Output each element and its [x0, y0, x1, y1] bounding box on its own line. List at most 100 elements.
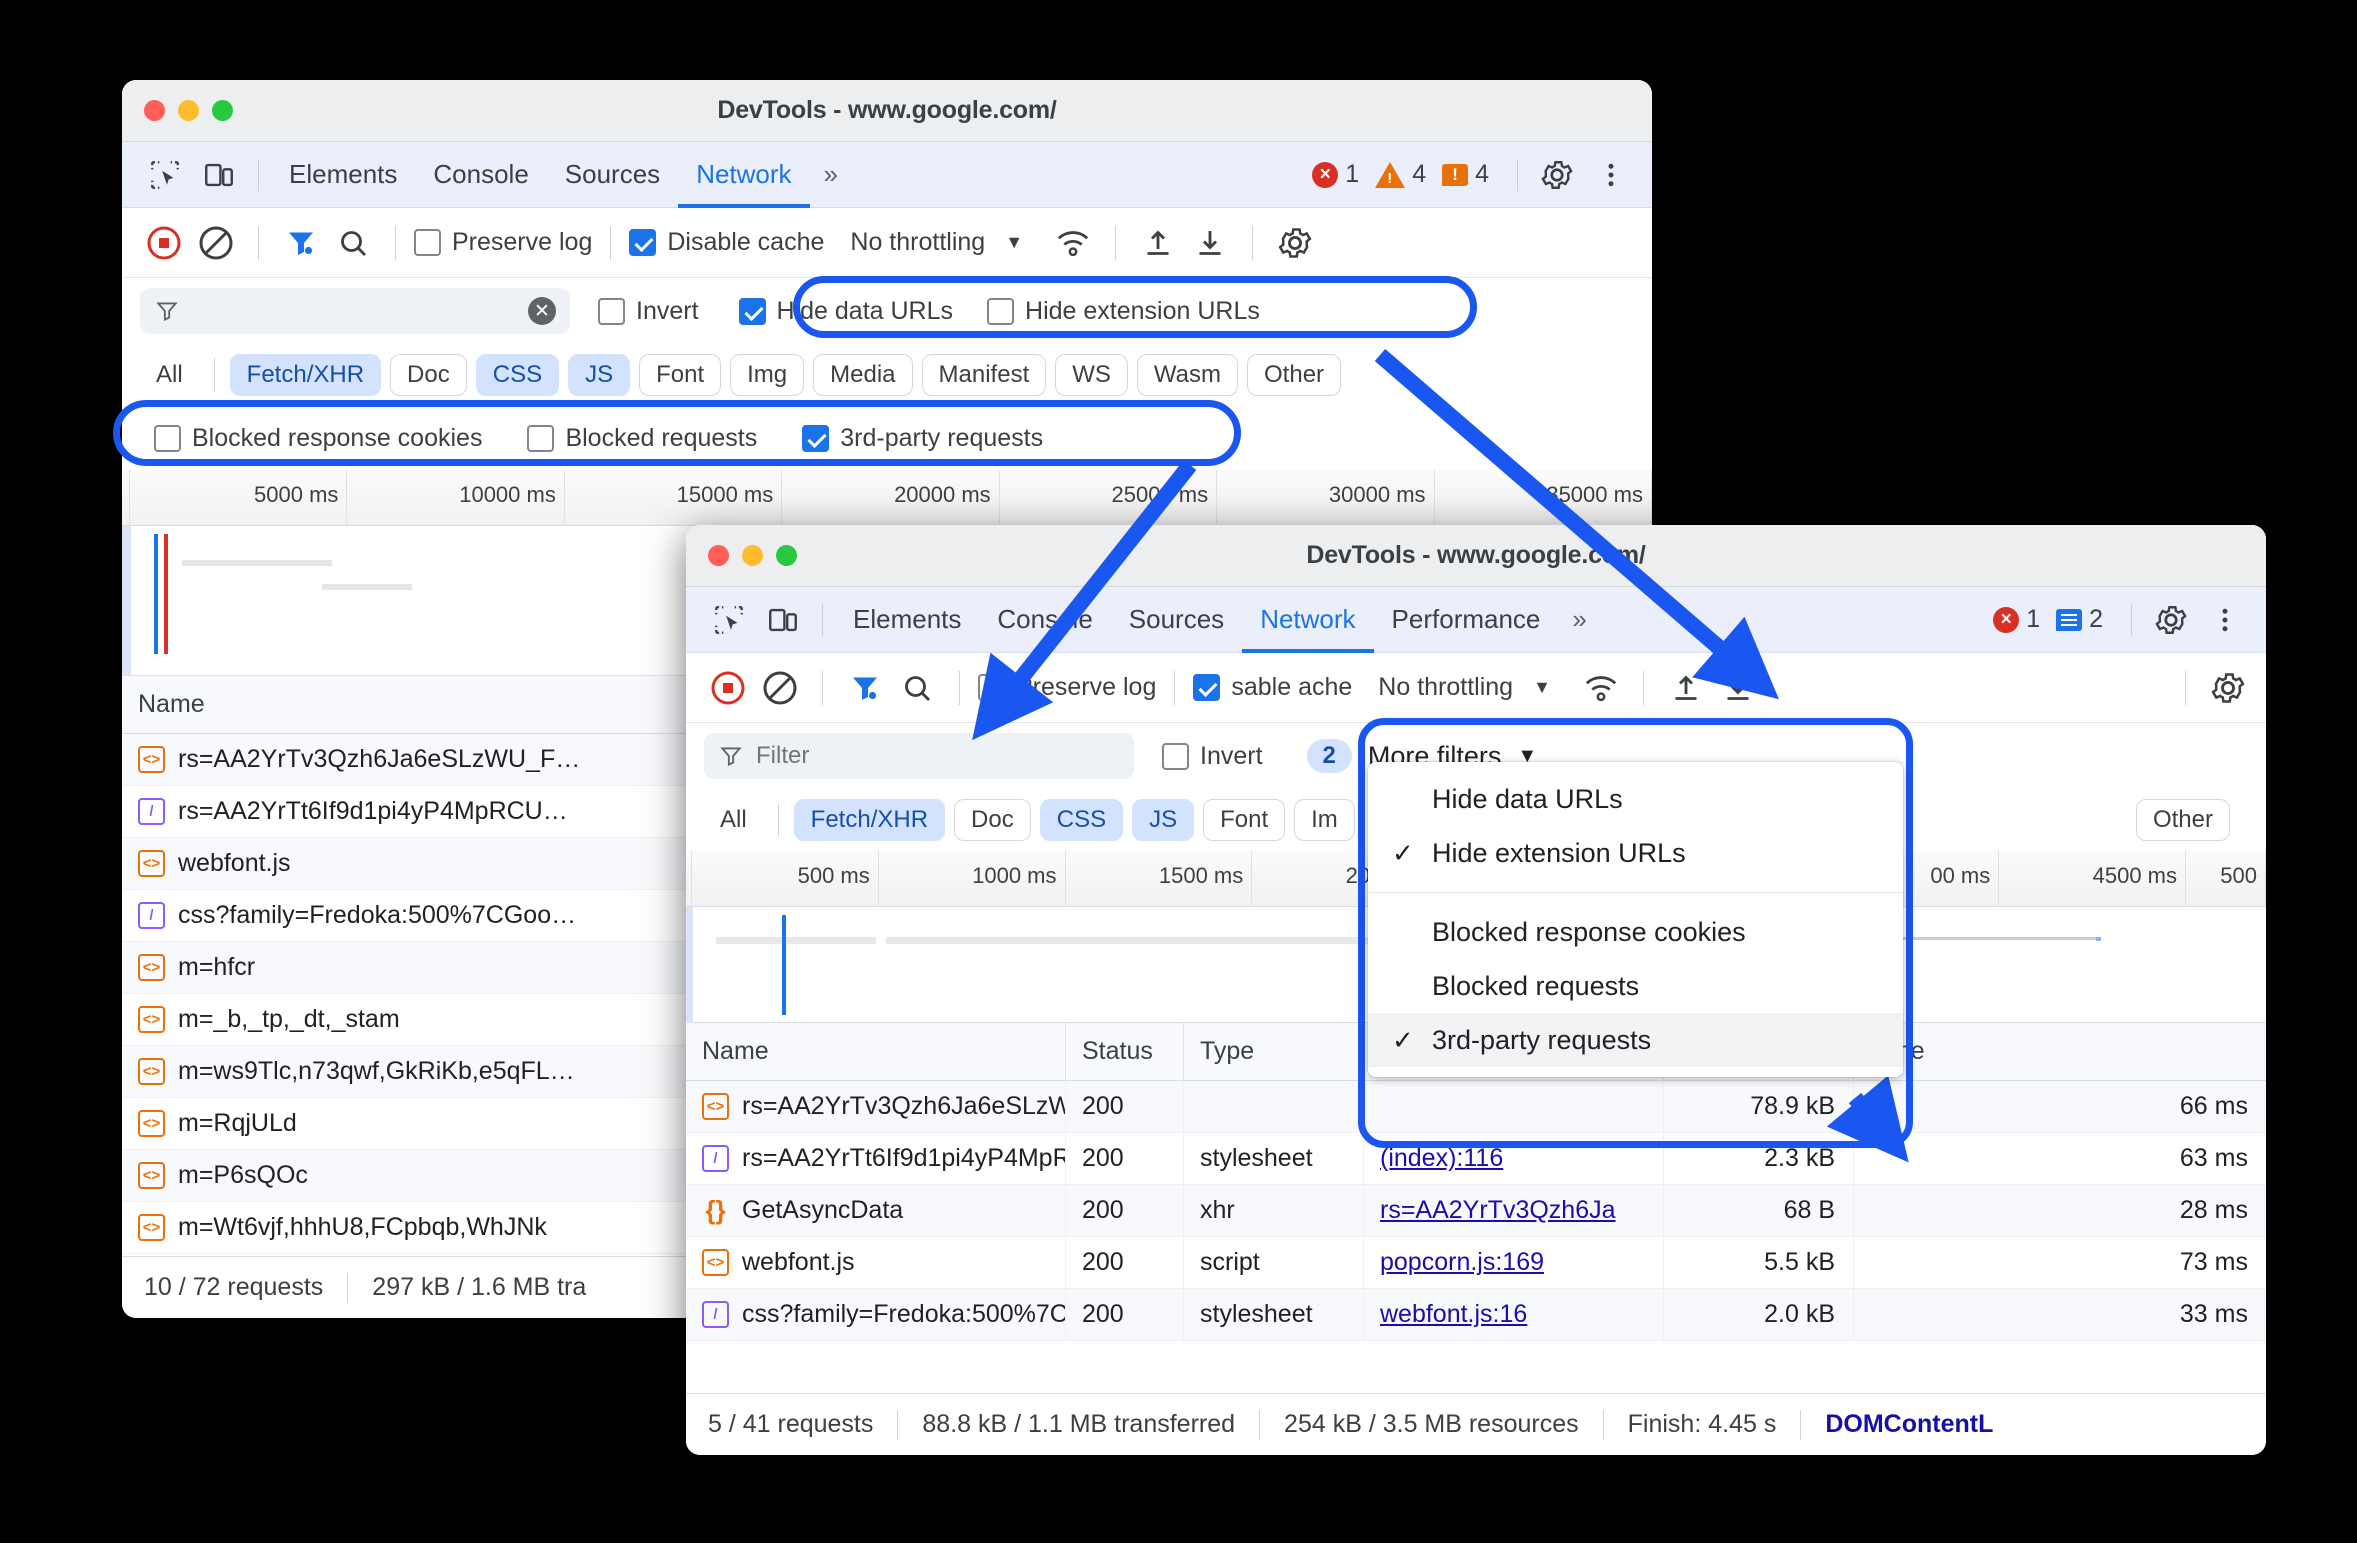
tab-console[interactable]: Console: [415, 142, 546, 208]
menu-item-hide-extension-urls[interactable]: ✓ Hide extension URLs: [1368, 826, 1903, 880]
menu-item-blocked-response-cookies[interactable]: Blocked response cookies: [1368, 905, 1903, 959]
network-conditions-icon[interactable]: [1577, 664, 1625, 712]
gear-icon[interactable]: [2148, 597, 2194, 643]
network-conditions-icon[interactable]: [1049, 219, 1097, 267]
record-stop-icon[interactable]: [704, 664, 752, 712]
more-tabs-icon[interactable]: »: [810, 159, 852, 190]
clear-icon[interactable]: [756, 664, 804, 712]
table-row[interactable]: / rs=AA2YrTt6If9d1pi4yP4MpRCU4… 200 style…: [686, 1132, 2266, 1185]
record-stop-icon[interactable]: [140, 219, 188, 267]
inspect-element-icon[interactable]: [142, 152, 188, 198]
issue-counter[interactable]: ! 4: [1442, 160, 1489, 189]
warning-counter[interactable]: 4: [1375, 160, 1426, 189]
request-initiator[interactable]: rs=AA2YrTv3Qzh6Ja: [1380, 1196, 1616, 1225]
chip-doc[interactable]: Doc: [390, 354, 467, 396]
chip-css[interactable]: CSS: [475, 354, 560, 396]
disable-cache-checkbox[interactable]: sable ache: [1193, 673, 1352, 702]
close-button[interactable]: [708, 545, 729, 566]
info-counter[interactable]: 2: [2056, 605, 2103, 634]
timeline-ruler[interactable]: 5000 ms 10000 ms 15000 ms 20000 ms 25000…: [122, 470, 1652, 526]
filter-icon[interactable]: [277, 219, 325, 267]
more-options-icon[interactable]: [1588, 152, 1634, 198]
table-row[interactable]: / css?family=Fredoka:500%7CGoog… 200 styl…: [686, 1288, 2266, 1341]
hide-extension-urls-checkbox[interactable]: Hide extension URLs: [987, 297, 1260, 326]
throttling-select[interactable]: No throttling: [850, 228, 985, 257]
close-button[interactable]: [144, 100, 165, 121]
chip-media[interactable]: Media: [813, 354, 913, 396]
invert-checkbox[interactable]: Invert: [598, 297, 699, 326]
filter-input[interactable]: ✕: [140, 288, 570, 334]
more-tabs-icon[interactable]: »: [1558, 604, 1600, 635]
chip-css[interactable]: CSS: [1039, 799, 1124, 841]
column-header-status[interactable]: Status: [1066, 1022, 1184, 1081]
chip-other[interactable]: Other: [2135, 799, 2230, 841]
blocked-requests-checkbox[interactable]: Blocked requests: [527, 424, 757, 453]
error-counter[interactable]: × 1: [1312, 160, 1359, 189]
chip-other[interactable]: Other: [1247, 354, 1342, 396]
tab-performance[interactable]: Performance: [1374, 587, 1559, 653]
traffic-lights[interactable]: [144, 100, 233, 121]
table-row[interactable]: <> webfont.js 200 script popcorn.js:169 5…: [686, 1236, 2266, 1289]
export-har-icon[interactable]: [1186, 219, 1234, 267]
menu-item-hide-data-urls[interactable]: Hide data URLs: [1368, 772, 1903, 826]
search-icon[interactable]: [893, 664, 941, 712]
request-initiator[interactable]: webfont.js:16: [1380, 1300, 1527, 1329]
tab-sources[interactable]: Sources: [1111, 587, 1242, 653]
throttling-select[interactable]: No throttling: [1378, 673, 1513, 702]
chip-fetch-xhr[interactable]: Fetch/XHR: [793, 799, 946, 841]
chip-ws[interactable]: WS: [1055, 354, 1128, 396]
network-settings-gear-icon[interactable]: [1271, 219, 1319, 267]
column-header-time[interactable]: Time: [1854, 1023, 2266, 1081]
search-icon[interactable]: [329, 219, 377, 267]
import-har-icon[interactable]: [1662, 664, 1710, 712]
chip-js[interactable]: JS: [1132, 799, 1195, 841]
chevron-down-icon[interactable]: ▼: [1005, 232, 1023, 253]
table-row[interactable]: {} GetAsyncData 200 xhr rs=AA2YrTv3Qzh6Ja…: [686, 1184, 2266, 1237]
gear-icon[interactable]: [1534, 152, 1580, 198]
inspect-element-icon[interactable]: [706, 597, 752, 643]
tab-network[interactable]: Network: [678, 142, 809, 208]
traffic-lights[interactable]: [708, 545, 797, 566]
preserve-log-checkbox[interactable]: Preserve log: [414, 228, 592, 257]
request-initiator[interactable]: popcorn.js:169: [1380, 1248, 1544, 1277]
maximize-button[interactable]: [776, 545, 797, 566]
request-initiator[interactable]: (index):116: [1380, 1144, 1503, 1173]
tab-network[interactable]: Network: [1242, 587, 1373, 653]
chip-font[interactable]: Font: [1203, 799, 1286, 841]
menu-item-blocked-requests[interactable]: Blocked requests: [1368, 959, 1903, 1013]
chip-wasm[interactable]: Wasm: [1136, 354, 1239, 396]
device-toolbar-icon[interactable]: [760, 597, 806, 643]
filter-icon[interactable]: [841, 664, 889, 712]
third-party-requests-checkbox[interactable]: 3rd-party requests: [802, 424, 1043, 453]
chip-manifest[interactable]: Manifest: [921, 354, 1047, 396]
chip-all[interactable]: All: [704, 799, 763, 841]
filter-input[interactable]: Filter: [704, 733, 1134, 779]
clear-filter-icon[interactable]: ✕: [528, 297, 556, 325]
column-header-type[interactable]: Type: [1184, 1022, 1364, 1081]
chip-js[interactable]: JS: [568, 354, 631, 396]
import-har-icon[interactable]: [1134, 219, 1182, 267]
chip-doc[interactable]: Doc: [954, 799, 1031, 841]
invert-checkbox[interactable]: Invert: [1162, 742, 1263, 771]
tab-console[interactable]: Console: [979, 587, 1110, 653]
chip-all[interactable]: All: [140, 354, 199, 396]
column-header-name[interactable]: Name: [686, 1022, 1066, 1081]
chip-img[interactable]: Im: [1294, 799, 1355, 841]
error-counter[interactable]: × 1: [1993, 605, 2040, 634]
table-row[interactable]: <> rs=AA2YrTv3Qzh6Ja6eSLzWU_FO… 200 78.9 …: [686, 1080, 2266, 1133]
preserve-log-checkbox[interactable]: Preserve log: [978, 673, 1156, 702]
hide-data-urls-checkbox[interactable]: Hide data URLs: [738, 297, 953, 326]
chip-font[interactable]: Font: [639, 354, 722, 396]
clear-icon[interactable]: [192, 219, 240, 267]
blocked-response-cookies-checkbox[interactable]: Blocked response cookies: [154, 424, 482, 453]
chevron-down-icon[interactable]: ▼: [1533, 677, 1551, 698]
minimize-button[interactable]: [742, 545, 763, 566]
device-toolbar-icon[interactable]: [196, 152, 242, 198]
chip-img[interactable]: Img: [730, 354, 805, 396]
tab-elements[interactable]: Elements: [271, 142, 415, 208]
more-options-icon[interactable]: [2202, 597, 2248, 643]
chip-fetch-xhr[interactable]: Fetch/XHR: [229, 354, 382, 396]
menu-item-third-party-requests[interactable]: ✓ 3rd-party requests: [1368, 1013, 1903, 1067]
tab-elements[interactable]: Elements: [835, 587, 979, 653]
tab-sources[interactable]: Sources: [547, 142, 678, 208]
